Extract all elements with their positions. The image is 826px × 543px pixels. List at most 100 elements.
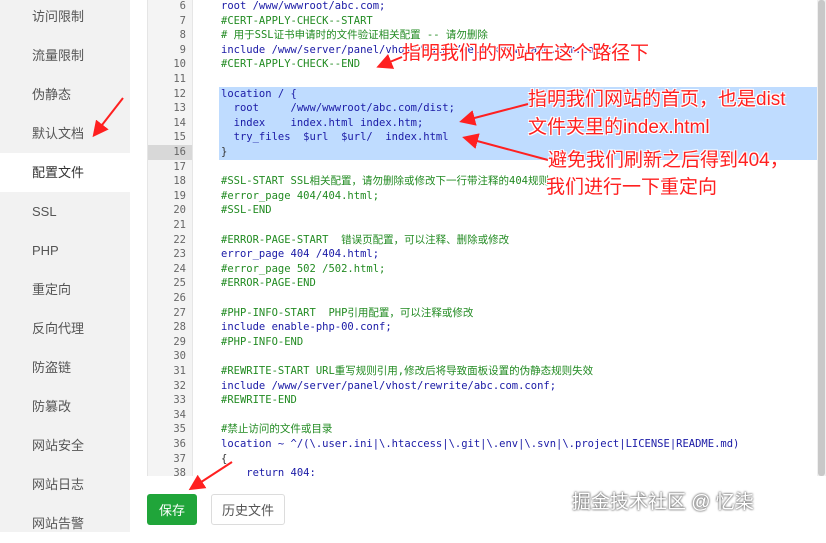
code-line[interactable]: 21 xyxy=(173,218,826,233)
annotation-index-line1: 指明我们网站的首页，也是dist xyxy=(528,89,786,110)
code-text: { xyxy=(221,452,228,465)
line-number: 26 xyxy=(173,292,186,304)
code-text: #error_page 502 /502.html; xyxy=(221,262,386,275)
code-line[interactable]: 32 include /www/server/panel/vhost/rewrit… xyxy=(173,379,826,394)
code-line[interactable]: 7 #CERT-APPLY-CHECK--START xyxy=(180,14,826,29)
line-number: 19 xyxy=(173,189,186,202)
line-number: 36 xyxy=(173,438,186,450)
code-text: #SSL-END xyxy=(221,204,272,217)
line-number: 25 xyxy=(173,277,186,290)
sidebar-item[interactable]: PHP xyxy=(0,231,130,270)
code-text: #禁止访问的文件或目录 xyxy=(221,423,333,436)
line-number: 35 xyxy=(173,423,186,436)
save-button[interactable]: 保存 xyxy=(147,494,197,525)
line-number: 9 xyxy=(179,43,186,56)
code-line[interactable]: 27 #PHP-INFO-START PHP引用配置，可以注释或修改 xyxy=(173,306,826,321)
line-number: 22 xyxy=(173,233,186,246)
line-number: 16 xyxy=(173,146,186,158)
line-number: 18 xyxy=(173,175,186,188)
line-number: 15 xyxy=(173,131,186,144)
line-number: 14 xyxy=(173,116,186,129)
sidebar-item[interactable]: 配置文件 xyxy=(0,153,130,192)
annotation-index-line2: 文件夹里的index.html xyxy=(528,117,710,138)
code-line[interactable]: 6 root /www/wwwroot/abc.com; xyxy=(180,0,826,14)
code-text: include /www/server/panel/vhost/rewrite/… xyxy=(221,379,557,392)
line-number: 23 xyxy=(173,248,186,261)
code-text: root /www/wwwroot/abc.com; xyxy=(221,0,386,12)
code-line[interactable]: 31 #REWRITE-START URL重写规则引用,修改后将导致面板设置的伪静… xyxy=(173,364,826,379)
code-text: #ERROR-PAGE-END xyxy=(221,277,316,290)
sidebar-item[interactable]: 重定向 xyxy=(0,270,130,309)
code-text: #REWRITE-START URL重写规则引用,修改后将导致面板设置的伪静态规… xyxy=(221,365,594,377)
annotation-redirect-line2: 我们进行一下重定向 xyxy=(546,177,718,198)
code-line[interactable]: 34 xyxy=(173,408,826,423)
code-line[interactable]: 18 #SSL-START SSL相关配置，请勿删除或修改下一行带注释的404规则 xyxy=(173,174,826,189)
sidebar-item[interactable]: 流量限制 xyxy=(0,36,130,75)
settings-sidebar: 访问限制 流量限制 伪静态 默认文档 配置文件 SSL PHP 重定向 反向代理 防盗链 防篡改 网站… xyxy=(0,0,130,532)
code-area[interactable]: 6 root /www/wwwroot/abc.com; 7 #CERT-APPLY-… xyxy=(173,0,826,476)
code-text: try_files $url $url/ index.html xyxy=(221,131,449,144)
sidebar-item[interactable]: 访问限制 xyxy=(0,0,130,36)
config-editor[interactable]: 6 root /www/wwwroot/abc.com; 7 #CERT-APPLY-… xyxy=(147,0,826,476)
sidebar-item[interactable]: 防篡改 xyxy=(0,387,130,426)
code-line[interactable]: 30 xyxy=(173,349,826,364)
code-line[interactable]: 29 #PHP-INFO-END xyxy=(173,335,826,350)
line-number: 24 xyxy=(173,262,186,275)
code-text: #ERROR-PAGE-START 错误页配置，可以注释、删除或修改 xyxy=(221,233,510,246)
code-line[interactable]: 25 #ERROR-PAGE-END xyxy=(173,276,826,291)
line-number: 32 xyxy=(173,379,186,392)
line-number: 17 xyxy=(173,160,186,173)
sidebar-item[interactable]: 网站安全 xyxy=(0,426,130,465)
line-number: 33 xyxy=(173,394,186,407)
code-line[interactable]: 24 #error_page 502 /502.html; xyxy=(173,262,826,277)
line-number: 8 xyxy=(179,29,186,42)
line-number: 12 xyxy=(173,87,186,100)
code-line[interactable]: 38 return 404; xyxy=(173,466,826,476)
annotation-redirect-line1: 避免我们刷新之后得到404， xyxy=(548,150,789,171)
code-text: #CERT-APPLY-CHECK--START xyxy=(221,14,373,27)
history-file-button[interactable]: 历史文件 xyxy=(211,494,285,525)
code-line[interactable]: 22 #ERROR-PAGE-START 错误页配置，可以注释、删除或修改 xyxy=(173,233,826,248)
code-line[interactable]: 26 xyxy=(173,291,826,306)
code-text: index index.html index.htm; xyxy=(221,116,424,129)
code-line[interactable]: 35 #禁止访问的文件或目录 xyxy=(173,422,826,437)
code-text: #PHP-INFO-START PHP引用配置，可以注释或修改 xyxy=(221,306,474,319)
code-text: return 404; xyxy=(221,467,316,476)
code-text: root /www/wwwroot/abc.com/dist; xyxy=(221,102,455,115)
code-text: #REWRITE-END xyxy=(221,394,297,407)
code-line[interactable]: 33 #REWRITE-END xyxy=(173,393,826,408)
code-text: location / { xyxy=(221,87,297,100)
code-line[interactable]: 15 try_files $url $url/ index.html xyxy=(173,130,826,145)
code-text: #PHP-INFO-END xyxy=(221,335,304,348)
line-number: 6 xyxy=(179,0,186,12)
code-line[interactable]: 36 location ~ ^/(\.user.ini|\.htaccess|\.… xyxy=(173,437,826,452)
code-line[interactable]: 23 error_page 404 /404.html; xyxy=(173,247,826,262)
line-number: 31 xyxy=(173,365,186,377)
code-line[interactable]: 19 #error_page 404/404.html; xyxy=(173,189,826,204)
line-number: 30 xyxy=(173,350,186,363)
code-text: location ~ ^/(\.user.ini|\.htaccess|\.gi… xyxy=(221,438,740,450)
line-number: 10 xyxy=(173,58,186,71)
annotation-root-path: 指明我们的网站在这个路径下 xyxy=(402,43,650,64)
code-line[interactable]: 14 index index.html index.htm; xyxy=(173,115,826,131)
code-text: #SSL-START SSL相关配置，请勿删除或修改下一行带注释的404规则 xyxy=(221,175,549,188)
sidebar-item[interactable]: 网站告警 xyxy=(0,504,130,543)
line-number: 20 xyxy=(173,204,186,217)
editor-scrollbar[interactable] xyxy=(817,0,826,476)
sidebar-item[interactable]: 伪静态 xyxy=(0,75,130,114)
scrollbar-thumb[interactable] xyxy=(818,0,825,476)
code-line[interactable]: 37 { xyxy=(173,452,826,467)
sidebar-item[interactable]: 默认文档 xyxy=(0,114,130,153)
line-number: 28 xyxy=(173,321,186,334)
sidebar-item[interactable]: 反向代理 xyxy=(0,309,130,348)
sidebar-item[interactable]: 防盗链 xyxy=(0,348,130,387)
line-number: 29 xyxy=(173,335,186,348)
code-text: #error_page 404/404.html; xyxy=(221,189,380,202)
line-number: 11 xyxy=(173,73,186,85)
code-text: error_page 404 /404.html; xyxy=(221,248,380,261)
code-line[interactable]: 20 #SSL-END xyxy=(173,203,826,218)
line-number: 7 xyxy=(179,14,186,27)
sidebar-item[interactable]: 网站日志 xyxy=(0,465,130,504)
sidebar-item[interactable]: SSL xyxy=(0,192,130,231)
code-line[interactable]: 28 include enable-php-00.conf; xyxy=(173,320,826,335)
